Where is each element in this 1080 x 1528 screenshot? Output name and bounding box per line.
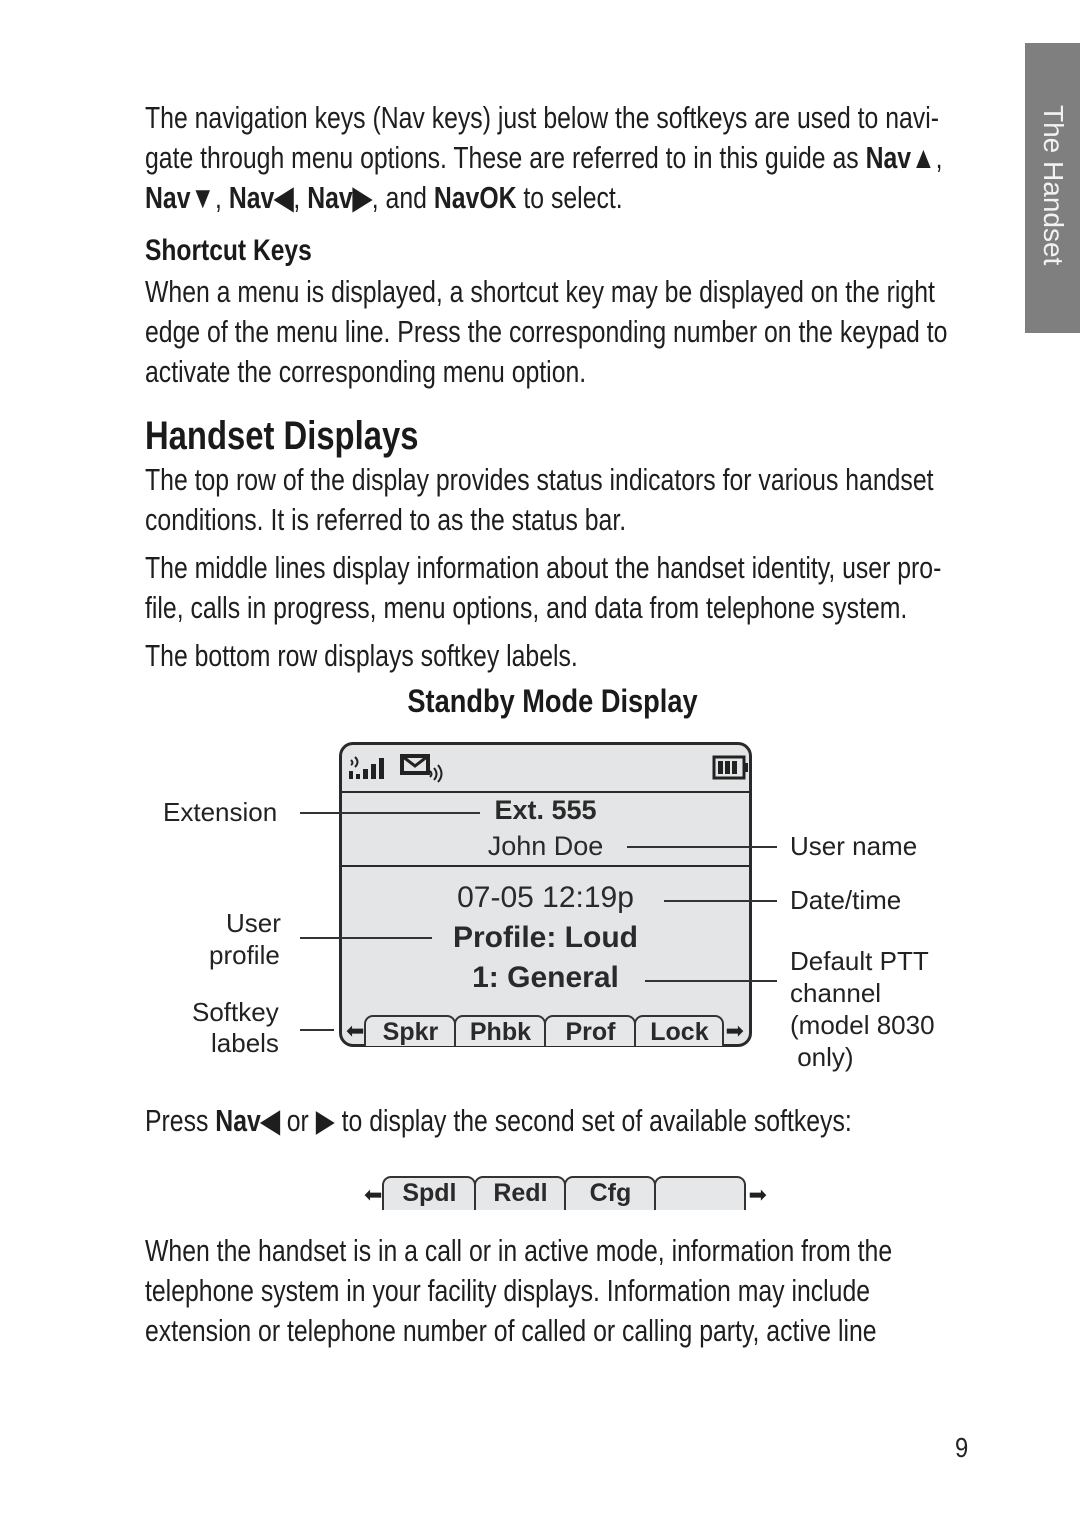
separator: , <box>293 180 308 215</box>
ptt-channel-value: 1: General <box>472 961 619 994</box>
section-tab: The Handset <box>1025 43 1080 333</box>
callout-softkey-2: labels <box>211 1028 279 1058</box>
page-number: 9 <box>955 1432 969 1463</box>
callout-ptt-1: Default PTT <box>790 946 929 976</box>
displays-p2-line: The middle lines display information abo… <box>145 550 942 585</box>
left-arrow-icon: ⬅ <box>346 1018 365 1043</box>
displays-p2-line: file, calls in progress, menu options, a… <box>145 590 908 625</box>
comma: , <box>935 140 943 175</box>
nav-right-glyph: ▶ <box>315 1103 335 1138</box>
press-text: Press <box>145 1103 216 1138</box>
nav-ok-key: NavOK <box>433 180 517 215</box>
section-tab-label: The Handset <box>1038 105 1069 266</box>
softkey-redl[interactable]: Redl <box>474 1176 567 1210</box>
callout-ptt-4: only) <box>790 1042 854 1072</box>
shortcut-line: When a menu is displayed, a shortcut key… <box>145 274 935 309</box>
callout-user-profile-2: profile <box>209 940 280 970</box>
right-arrow-icon: ➡ <box>725 1018 744 1043</box>
left-arrow-icon: ⬅ <box>364 1182 383 1207</box>
displays-p1-line: The top row of the display provides stat… <box>145 462 934 497</box>
leader-extension <box>300 812 480 814</box>
battery-icon <box>712 755 748 780</box>
callout-user-profile-1: User <box>226 908 281 938</box>
leader-ptt-channel <box>645 980 777 982</box>
callout-extension: Extension <box>163 797 278 827</box>
signal-strength-icon <box>349 756 384 779</box>
callout-user-name: User name <box>790 831 918 861</box>
callout-date-time: Date/time <box>790 885 902 915</box>
shortcut-keys-heading: Shortcut Keys <box>145 234 312 267</box>
intro-text-end: to select. <box>516 180 623 215</box>
softkey-spdl[interactable]: Spdl <box>382 1176 477 1210</box>
right-arrow-icon: ➡ <box>748 1182 767 1207</box>
shortcut-line: edge of the menu line. Press the corresp… <box>145 314 948 349</box>
intro-line-3: Nav▼, Nav◀, Nav▶, and NavOK to select. <box>145 178 623 218</box>
displays-p1-line: conditions. It is referred to as the sta… <box>145 502 627 537</box>
leader-user-name <box>627 846 777 848</box>
nav-right-key: Nav▶ <box>307 180 372 215</box>
leader-date-time <box>664 900 777 902</box>
callout-ptt-2: channel <box>790 978 882 1008</box>
figure-title: Standby Mode Display <box>407 683 698 719</box>
identity-divider <box>342 865 749 867</box>
shortcut-line: activate the corresponding menu option. <box>145 354 587 389</box>
press-nav-line: Press Nav◀ or ▶ to display the second se… <box>145 1101 852 1141</box>
intro-line-2: gate through menu options. These are ref… <box>145 138 943 178</box>
extension-value: Ext. 555 <box>494 795 597 825</box>
active-mode-line: When the handset is in a call or in acti… <box>145 1233 893 1268</box>
handset-displays-heading: Handset Displays <box>145 414 419 458</box>
softkey-phbk[interactable]: Phbk <box>454 1015 547 1046</box>
leader-softkey <box>300 1029 334 1031</box>
intro-line-1: The navigation keys (Nav keys) just belo… <box>145 100 939 135</box>
nav-up-key: Nav▲ <box>865 140 936 175</box>
status-bar-divider <box>342 791 749 793</box>
nav-down-key: Nav▼ <box>145 180 216 215</box>
separator: , <box>215 180 229 215</box>
press-text: to display the second set of available s… <box>334 1103 852 1138</box>
callout-ptt-3: (model 8030 <box>790 1010 935 1040</box>
nav-left-key: Nav◀ <box>215 1103 280 1138</box>
leader-user-profile <box>300 937 432 939</box>
message-waiting-icon <box>400 754 443 783</box>
active-mode-line: telephone system in your facility displa… <box>145 1273 871 1308</box>
softkey-empty[interactable] <box>654 1176 747 1210</box>
active-mode-line: extension or telephone number of called … <box>145 1313 877 1348</box>
intro-text: gate through menu options. These are ref… <box>145 140 866 175</box>
softkey-spkr[interactable]: Spkr <box>364 1015 457 1046</box>
callout-softkey-1: Softkey <box>192 997 279 1027</box>
press-text: or <box>279 1103 316 1138</box>
softkey-cfg[interactable]: Cfg <box>564 1176 657 1210</box>
handset-lcd-display: Ext. 555 John Doe 07-05 12:19p Profile: … <box>339 742 752 1047</box>
softkey-prof[interactable]: Prof <box>544 1015 637 1046</box>
softkey-lock[interactable]: Lock <box>634 1015 725 1046</box>
date-time-value: 07-05 12:19p <box>457 881 634 914</box>
nav-left-key: Nav◀ <box>228 180 294 215</box>
second-softkey-row: ⬅ Spdl Redl Cfg ➡ <box>364 1176 767 1210</box>
softkey-row: ⬅ Spkr Phbk Prof Lock ➡ <box>346 1015 744 1046</box>
displays-p3: The bottom row displays softkey labels. <box>145 638 578 673</box>
separator: , and <box>371 180 434 215</box>
